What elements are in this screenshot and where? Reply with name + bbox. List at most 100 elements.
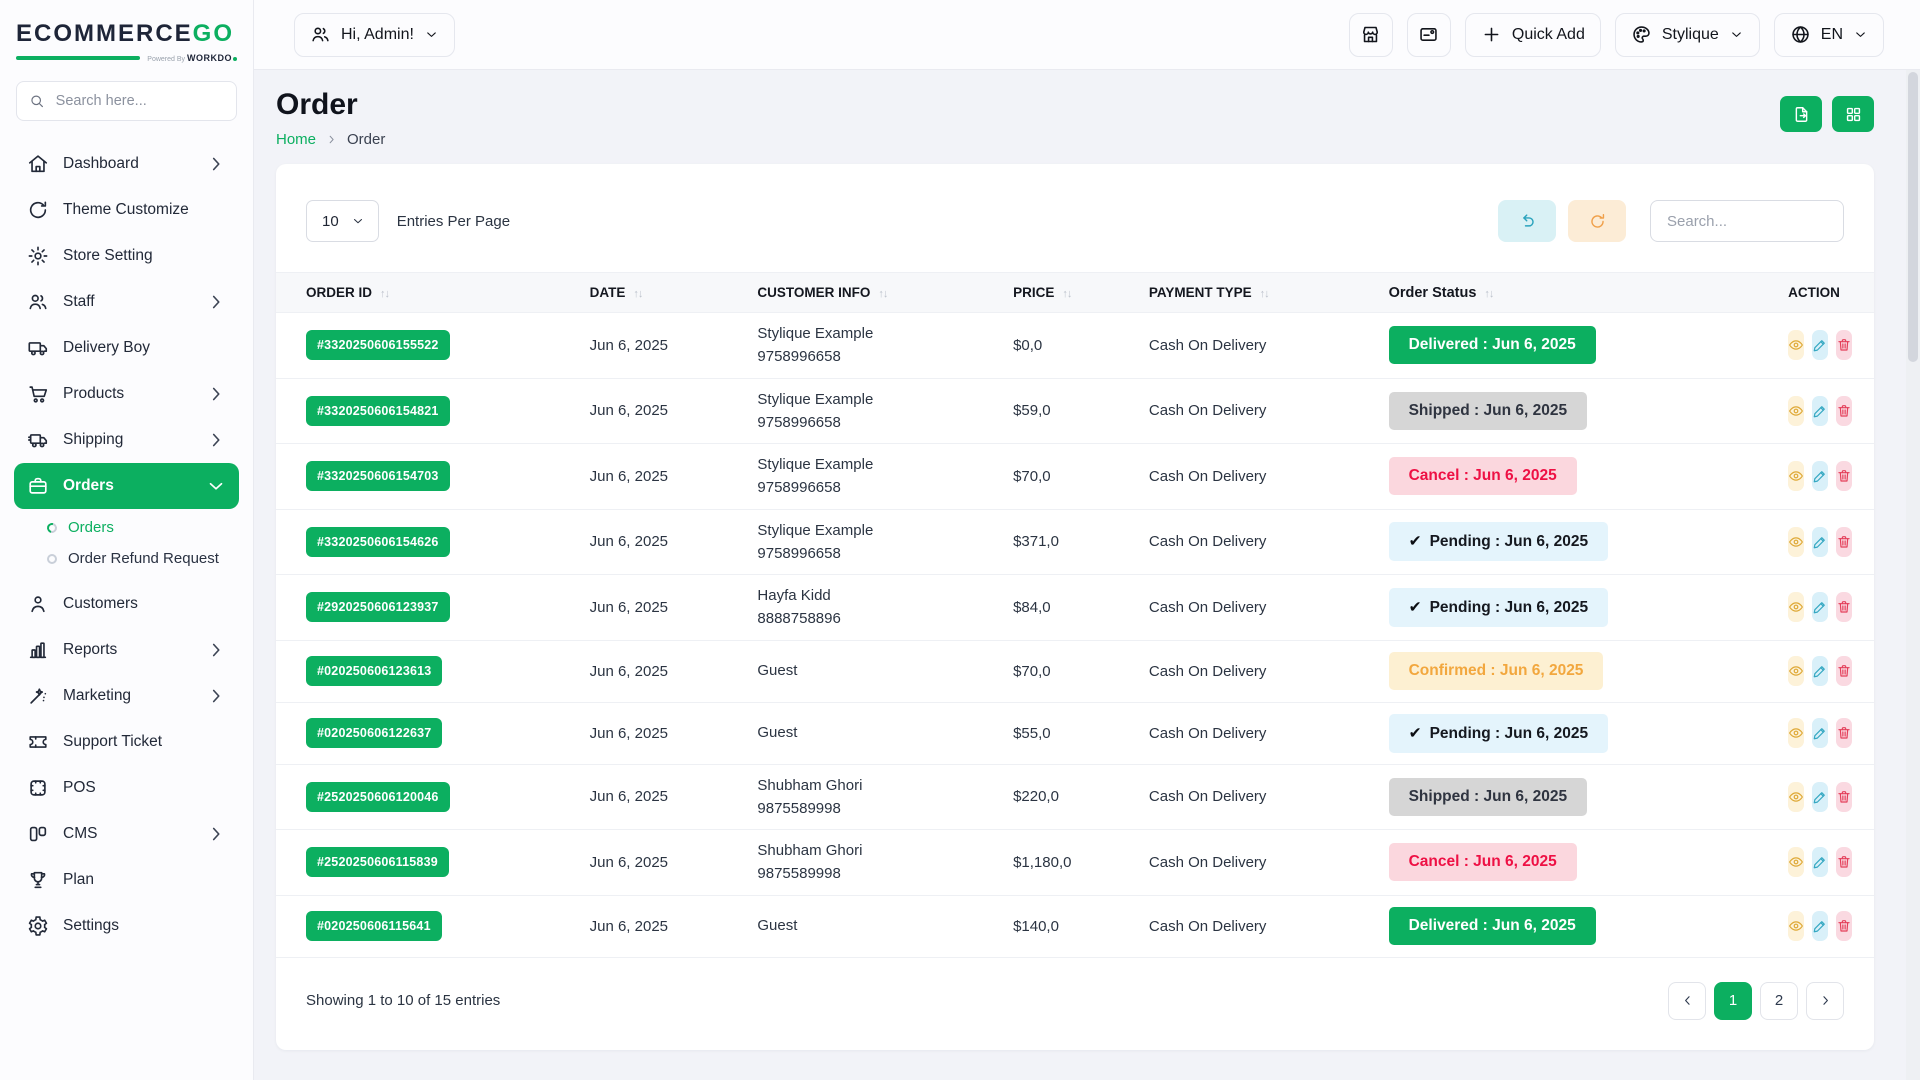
entries-per-page-select[interactable]: 10	[306, 200, 379, 242]
view-order-button[interactable]	[1788, 911, 1804, 941]
scrollbar-thumb[interactable]	[1908, 72, 1918, 362]
view-order-button[interactable]	[1788, 461, 1804, 491]
delete-order-button[interactable]	[1836, 847, 1852, 877]
edit-order-button[interactable]	[1812, 461, 1828, 491]
column-header-price[interactable]: PRICE↑↓	[1003, 273, 1139, 313]
sidebar-item-orders[interactable]: Orders	[14, 463, 239, 509]
delete-order-button[interactable]	[1836, 782, 1852, 812]
edit-order-button[interactable]	[1812, 527, 1828, 557]
table-search-input[interactable]	[1650, 200, 1844, 242]
sidebar-item-marketing[interactable]: Marketing	[14, 673, 239, 719]
delete-order-button[interactable]	[1836, 527, 1852, 557]
prev-page-button[interactable]	[1668, 982, 1706, 1020]
view-order-button[interactable]	[1788, 847, 1804, 877]
storefront-button[interactable]	[1349, 13, 1393, 57]
edit-order-button[interactable]	[1812, 592, 1828, 622]
user-menu-button[interactable]: Hi, Admin!	[294, 13, 455, 57]
trophy-icon	[27, 869, 49, 891]
quick-add-button[interactable]: Quick Add	[1465, 13, 1601, 57]
order-price: $140,0	[1003, 895, 1139, 957]
sort-icon: ↑↓	[1484, 288, 1493, 300]
sidebar-search[interactable]	[16, 81, 237, 121]
eye-icon	[1788, 468, 1804, 484]
edit-order-button[interactable]	[1812, 847, 1828, 877]
sidebar-search-input[interactable]	[54, 92, 224, 110]
edit-order-button[interactable]	[1812, 782, 1828, 812]
delete-order-button[interactable]	[1836, 461, 1852, 491]
sidebar-item-label: Shipping	[63, 431, 123, 449]
next-page-button[interactable]	[1806, 982, 1844, 1020]
column-header-order-id[interactable]: ORDER ID↑↓	[276, 273, 580, 313]
sidebar-subitem-order-refund-request[interactable]: Order Refund Request	[47, 543, 253, 574]
person-icon	[27, 593, 49, 615]
sidebar-item-staff[interactable]: Staff	[14, 279, 239, 325]
order-id-badge[interactable]: #2520250606115839	[306, 847, 449, 877]
delete-order-button[interactable]	[1836, 396, 1852, 426]
sidebar-item-settings[interactable]: Settings	[14, 903, 239, 949]
sidebar-item-theme-customize[interactable]: Theme Customize	[14, 187, 239, 233]
brand-logo[interactable]: ECOMMERCEGO Powered By WORKDO	[0, 20, 253, 63]
sidebar-item-shipping[interactable]: Shipping	[14, 417, 239, 463]
language-selector-button[interactable]: EN	[1774, 13, 1884, 57]
sidebar-item-dashboard[interactable]: Dashboard	[14, 141, 239, 187]
delete-order-button[interactable]	[1836, 911, 1852, 941]
column-header-payment-type[interactable]: PAYMENT TYPE↑↓	[1139, 273, 1379, 313]
sidebar-item-reports[interactable]: Reports	[14, 627, 239, 673]
page-button-2[interactable]: 2	[1760, 982, 1798, 1020]
sidebar-item-store-setting[interactable]: Store Setting	[14, 233, 239, 279]
order-id-badge[interactable]: #3320250606154626	[306, 527, 450, 557]
sidebar-item-support-ticket[interactable]: Support Ticket	[14, 719, 239, 765]
view-order-button[interactable]	[1788, 656, 1804, 686]
order-date: Jun 6, 2025	[580, 313, 748, 379]
view-order-button[interactable]	[1788, 718, 1804, 748]
undo-button[interactable]	[1498, 200, 1556, 242]
export-button[interactable]	[1780, 96, 1822, 132]
order-id-badge[interactable]: #2920250606123937	[306, 592, 450, 622]
delete-order-button[interactable]	[1836, 330, 1852, 360]
delete-order-button[interactable]	[1836, 592, 1852, 622]
order-price: $70,0	[1003, 640, 1139, 702]
sidebar-subitem-orders[interactable]: Orders	[47, 512, 253, 543]
sidebar-item-products[interactable]: Products	[14, 371, 239, 417]
sidebar-item-cms[interactable]: CMS	[14, 811, 239, 857]
order-id-badge[interactable]: #2520250606120046	[306, 782, 450, 812]
sidebar-item-plan[interactable]: Plan	[14, 857, 239, 903]
order-id-badge[interactable]: #020250606123613	[306, 656, 442, 686]
sidebar-item-delivery-boy[interactable]: Delivery Boy	[14, 325, 239, 371]
theme-selector-button[interactable]: Stylique	[1615, 13, 1760, 57]
order-id-badge[interactable]: #3320250606154703	[306, 461, 450, 491]
sidebar-item-customers[interactable]: Customers	[14, 581, 239, 627]
order-id-badge[interactable]: #3320250606155522	[306, 330, 450, 360]
page-button-1[interactable]: 1	[1714, 982, 1752, 1020]
delete-order-button[interactable]	[1836, 718, 1852, 748]
messages-button[interactable]	[1407, 13, 1451, 57]
edit-order-button[interactable]	[1812, 718, 1828, 748]
order-id-badge[interactable]: #3320250606154821	[306, 396, 450, 426]
pencil-icon	[1812, 663, 1828, 679]
orders-card: 10 Entries Per Page	[276, 164, 1874, 1050]
sidebar-item-pos[interactable]: POS	[14, 765, 239, 811]
edit-order-button[interactable]	[1812, 911, 1828, 941]
order-id-badge[interactable]: #020250606115641	[306, 911, 442, 941]
order-id-badge[interactable]: #020250606122637	[306, 718, 442, 748]
column-header-date[interactable]: DATE↑↓	[580, 273, 748, 313]
edit-order-button[interactable]	[1812, 656, 1828, 686]
trash-icon	[1836, 725, 1852, 741]
view-order-button[interactable]	[1788, 592, 1804, 622]
column-header-order-status[interactable]: Order Status↑↓	[1379, 273, 1779, 313]
edit-order-button[interactable]	[1812, 396, 1828, 426]
delete-order-button[interactable]	[1836, 656, 1852, 686]
edit-order-button[interactable]	[1812, 330, 1828, 360]
trash-icon	[1836, 403, 1852, 419]
view-order-button[interactable]	[1788, 782, 1804, 812]
view-order-button[interactable]	[1788, 396, 1804, 426]
scrollbar[interactable]	[1906, 70, 1920, 1080]
refresh-button[interactable]	[1568, 200, 1626, 242]
view-order-button[interactable]	[1788, 527, 1804, 557]
grid-view-button[interactable]	[1832, 96, 1874, 132]
file-export-icon	[1792, 105, 1811, 124]
chevron-down-icon	[205, 475, 227, 497]
view-order-button[interactable]	[1788, 330, 1804, 360]
column-header-customer-info[interactable]: CUSTOMER INFO↑↓	[747, 273, 1003, 313]
breadcrumb-home-link[interactable]: Home	[276, 131, 316, 148]
